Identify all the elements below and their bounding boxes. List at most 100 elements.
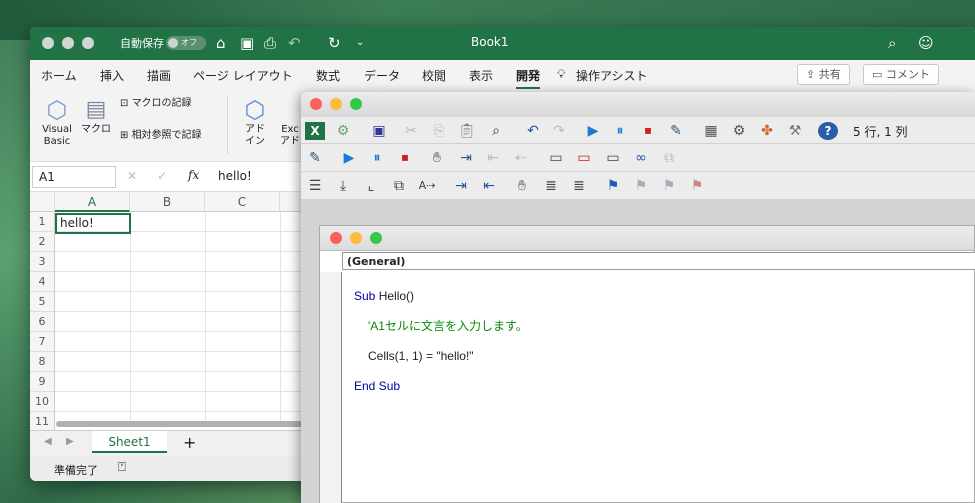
properties-icon[interactable]: ⚙ bbox=[729, 122, 749, 140]
comment-button[interactable]: ▭ コメント bbox=[863, 64, 939, 85]
tab-data[interactable]: データ bbox=[364, 67, 400, 84]
next-sheet-icon[interactable]: ▶ bbox=[66, 436, 74, 447]
object-dropdown[interactable]: (General) bbox=[342, 252, 975, 270]
parameter-info-icon[interactable]: ⧉ bbox=[389, 177, 409, 195]
row-header[interactable]: 4 bbox=[30, 272, 55, 292]
tab-page-layout[interactable]: ページ レイアウト bbox=[193, 67, 293, 84]
row-header[interactable]: 3 bbox=[30, 252, 55, 272]
vbe-minimize-button[interactable] bbox=[330, 98, 342, 110]
macros-button[interactable]: ▤ マクロ bbox=[80, 96, 112, 136]
row-header[interactable]: 7 bbox=[30, 332, 55, 352]
next-bookmark-icon[interactable]: ⚑ bbox=[631, 177, 651, 195]
code-editor[interactable]: Sub Hello() 'A1セルに文言を入力します。 Cells(1, 1) … bbox=[354, 274, 528, 424]
watch-window-icon[interactable]: ▭ bbox=[603, 149, 623, 167]
design-mode-icon[interactable]: ✎ bbox=[666, 122, 686, 140]
paste-icon[interactable]: 📋︎ bbox=[457, 122, 477, 140]
breakpoint-hand-icon[interactable]: ✋︎ bbox=[512, 177, 532, 195]
search-icon[interactable]: ⌕ bbox=[888, 33, 896, 53]
toolbox-icon[interactable]: ⚒ bbox=[785, 122, 805, 140]
indent-icon[interactable]: ⇥ bbox=[451, 177, 471, 195]
record-macro-button[interactable]: ⊡ マクロの記録 bbox=[120, 98, 192, 110]
share-button[interactable]: ⇪ 共有 bbox=[797, 64, 850, 85]
row-header[interactable]: 11 bbox=[30, 412, 55, 432]
design-mode-icon[interactable]: ✎ bbox=[305, 149, 325, 167]
cancel-icon[interactable]: ✕ bbox=[127, 169, 137, 183]
horizontal-scrollbar[interactable] bbox=[56, 421, 330, 427]
print-icon[interactable]: ⎙ bbox=[264, 33, 276, 53]
tab-home[interactable]: ホーム bbox=[41, 67, 77, 84]
close-button[interactable] bbox=[42, 37, 54, 49]
confirm-icon[interactable]: ✓ bbox=[157, 169, 167, 183]
stop-icon[interactable]: ⏹︎ bbox=[638, 122, 658, 140]
select-all-corner[interactable] bbox=[30, 192, 55, 212]
run-icon[interactable]: ▶ bbox=[583, 122, 603, 140]
tab-review[interactable]: 校閲 bbox=[422, 67, 446, 84]
tab-tell-me[interactable]: 操作アシスト bbox=[576, 67, 648, 84]
row-header[interactable]: 2 bbox=[30, 232, 55, 252]
step-over-icon[interactable]: ⇤ bbox=[483, 149, 503, 167]
row-header[interactable]: 1 bbox=[30, 212, 55, 232]
list-properties-icon[interactable]: ☰ bbox=[305, 177, 325, 195]
immediate-window-icon[interactable]: ▭ bbox=[574, 149, 594, 167]
code-close-button[interactable] bbox=[330, 232, 342, 244]
locals-window-icon[interactable]: ▭ bbox=[546, 149, 566, 167]
sheet-tab-sheet1[interactable]: Sheet1 bbox=[92, 431, 167, 453]
relative-reference-button[interactable]: ⊞ 相対参照で記録 bbox=[120, 130, 202, 142]
column-header-c[interactable]: C bbox=[205, 192, 280, 212]
comment-block-icon[interactable]: ≣ bbox=[541, 177, 561, 195]
account-icon[interactable]: ☺ bbox=[918, 33, 934, 53]
pause-icon[interactable]: ⏸︎ bbox=[610, 122, 630, 140]
code-zoom-button[interactable] bbox=[370, 232, 382, 244]
complete-word-icon[interactable]: A⇢ bbox=[417, 177, 437, 195]
undo-icon[interactable]: ↶ bbox=[523, 122, 543, 140]
visual-basic-button[interactable]: ⬡ Visual Basic bbox=[39, 96, 75, 148]
customize-icon[interactable]: ⌄ bbox=[356, 33, 364, 53]
excel-add-ins-button[interactable]: Exc アド bbox=[278, 124, 302, 148]
outdent-icon[interactable]: ⇤ bbox=[479, 177, 499, 195]
save-icon[interactable]: ▣ bbox=[369, 122, 389, 140]
tab-formulas[interactable]: 数式 bbox=[316, 67, 340, 84]
object-browser-icon[interactable]: ✤ bbox=[757, 122, 777, 140]
save-icon[interactable]: ▣ bbox=[240, 33, 254, 53]
quick-info-icon[interactable]: ⌞ bbox=[361, 177, 381, 195]
cut-icon[interactable]: ✂ bbox=[401, 122, 421, 140]
autosave-toggle[interactable]: オフ bbox=[166, 36, 206, 50]
minimize-button[interactable] bbox=[62, 37, 74, 49]
toggle-bookmark-icon[interactable]: ⚑ bbox=[603, 177, 623, 195]
tab-insert[interactable]: 挿入 bbox=[100, 67, 124, 84]
home-icon[interactable]: ⌂ bbox=[216, 33, 226, 53]
row-header[interactable]: 6 bbox=[30, 312, 55, 332]
clear-bookmarks-icon[interactable]: ⚑ bbox=[687, 177, 707, 195]
function-icon[interactable]: fx bbox=[188, 168, 199, 182]
tab-draw[interactable]: 描画 bbox=[147, 67, 171, 84]
step-out-icon[interactable]: ⇠ bbox=[511, 149, 531, 167]
copy-icon[interactable]: ⎘ bbox=[429, 122, 449, 140]
code-line-3[interactable]: Cells(1, 1) = "hello!" bbox=[354, 349, 528, 364]
cell-a1[interactable]: hello! bbox=[55, 213, 131, 234]
column-header-b[interactable]: B bbox=[130, 192, 205, 212]
run-icon[interactable]: ▶ bbox=[339, 149, 359, 167]
call-stack-icon[interactable]: ⧉ bbox=[659, 149, 679, 167]
row-header[interactable]: 9 bbox=[30, 372, 55, 392]
margin-indicator-bar[interactable] bbox=[320, 272, 342, 503]
stop-icon[interactable]: ⏹︎ bbox=[395, 149, 415, 167]
redo-icon[interactable]: ↷ bbox=[549, 122, 569, 140]
toggle-breakpoint-icon[interactable]: ✋︎ bbox=[427, 149, 447, 167]
excel-icon[interactable]: X bbox=[305, 122, 325, 140]
project-explorer-icon[interactable]: ▦ bbox=[701, 122, 721, 140]
tab-view[interactable]: 表示 bbox=[469, 67, 493, 84]
add-ins-button[interactable]: ⬡ アド イン bbox=[240, 96, 270, 148]
undo-icon[interactable]: ↶ bbox=[288, 33, 301, 53]
step-into-icon[interactable]: ⇥ bbox=[456, 149, 476, 167]
insert-module-icon[interactable]: ⚙ bbox=[333, 122, 353, 140]
previous-bookmark-icon[interactable]: ⚑ bbox=[659, 177, 679, 195]
row-header[interactable]: 8 bbox=[30, 352, 55, 372]
vbe-close-button[interactable] bbox=[310, 98, 322, 110]
column-header-a[interactable]: A bbox=[55, 192, 130, 212]
code-line-2[interactable]: 'A1セルに文言を入力します。 bbox=[354, 319, 528, 334]
vbe-zoom-button[interactable] bbox=[350, 98, 362, 110]
code-line-4[interactable]: End Sub bbox=[354, 379, 528, 394]
tab-developer[interactable]: 開発 bbox=[516, 67, 541, 89]
list-constants-icon[interactable]: ⤓ bbox=[333, 177, 353, 195]
code-minimize-button[interactable] bbox=[350, 232, 362, 244]
